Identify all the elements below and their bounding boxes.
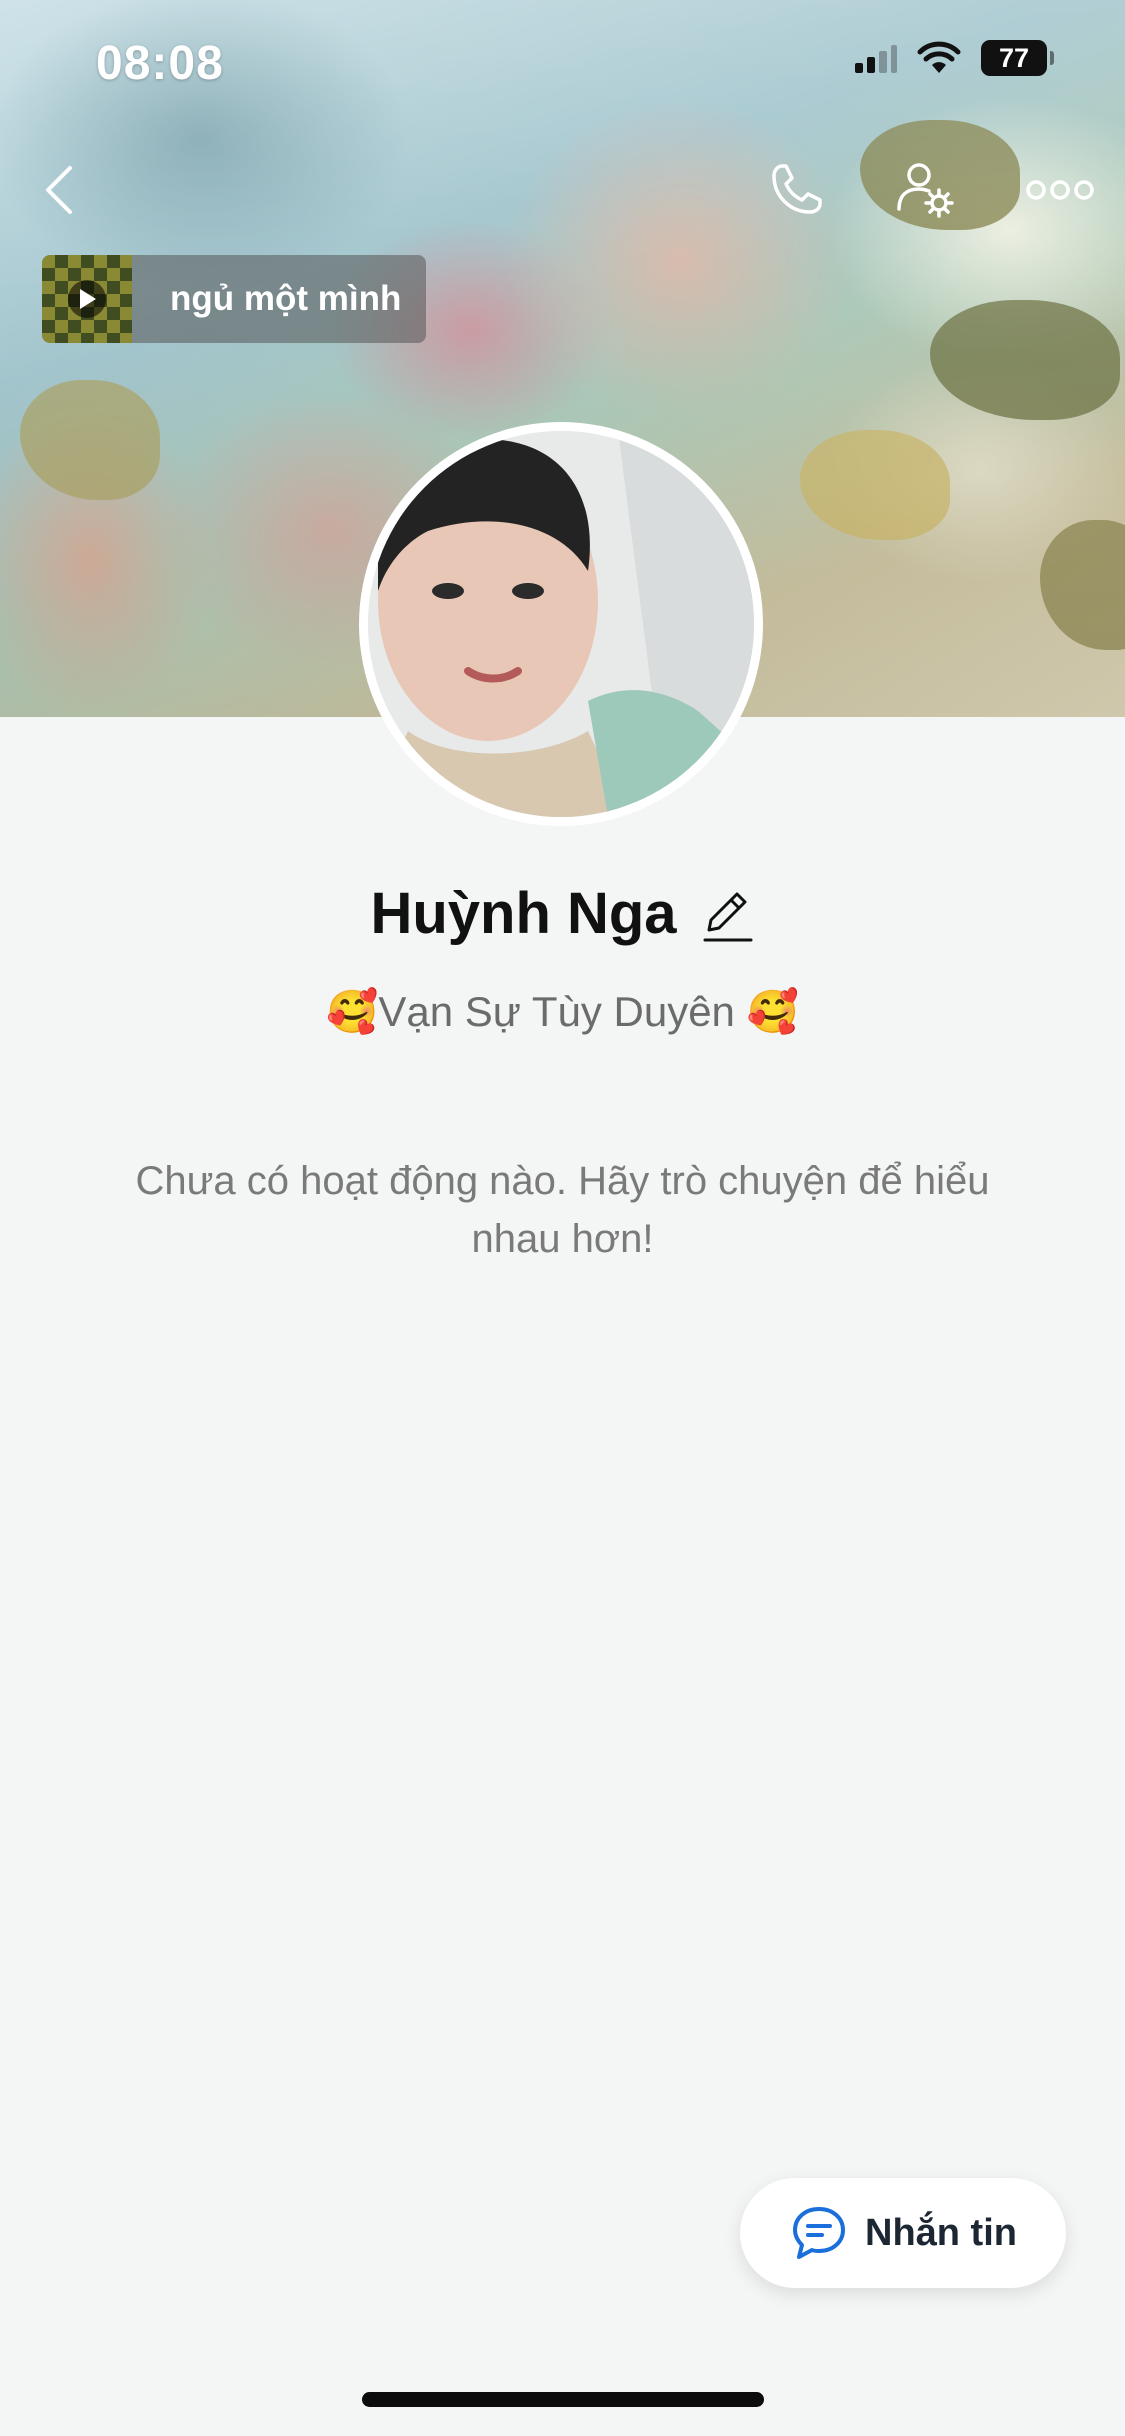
more-dots-icon <box>1026 180 1094 200</box>
call-button[interactable] <box>756 150 836 230</box>
profile-settings-button[interactable] <box>886 150 966 230</box>
phone-icon <box>772 164 822 214</box>
home-indicator[interactable] <box>362 2392 764 2407</box>
music-title: ngủ một mình <box>170 279 402 318</box>
back-button[interactable] <box>20 150 100 230</box>
more-options-button[interactable] <box>1020 150 1100 230</box>
profile-music-chip[interactable]: ngủ một mình <box>42 255 426 343</box>
pencil-edit-icon[interactable] <box>701 884 755 944</box>
send-message-label: Nhắn tin <box>865 2211 1017 2254</box>
back-chevron-icon <box>46 166 72 214</box>
status-time: 08:08 <box>96 37 224 90</box>
avatar-portrait <box>368 431 754 817</box>
music-thumbnail <box>42 255 132 343</box>
battery-icon: 77 <box>981 40 1054 76</box>
status-icons: 77 <box>853 40 1054 76</box>
cellular-signal-icon <box>855 45 897 73</box>
profile-name-row: Huỳnh Nga <box>0 880 1125 947</box>
profile-name: Huỳnh Nga <box>370 881 677 946</box>
user-settings-icon <box>897 163 954 218</box>
empty-activity-message: Chưa có hoạt động nào. Hãy trò chuyện để… <box>135 1159 990 1261</box>
profile-bio: 🥰Vạn Sự Tùy Duyên 🥰 <box>326 988 799 1035</box>
avatar-photo <box>368 431 754 817</box>
avatar[interactable] <box>359 422 763 826</box>
send-message-button[interactable]: Nhắn tin <box>740 2178 1066 2288</box>
profile-screen: 08:08 77 ngủ một mình Huỳnh Nga 🥰Vạn Sự … <box>0 0 1125 2436</box>
wifi-icon <box>917 41 961 73</box>
chat-bubble-icon <box>793 2207 845 2259</box>
play-icon[interactable] <box>68 280 106 318</box>
